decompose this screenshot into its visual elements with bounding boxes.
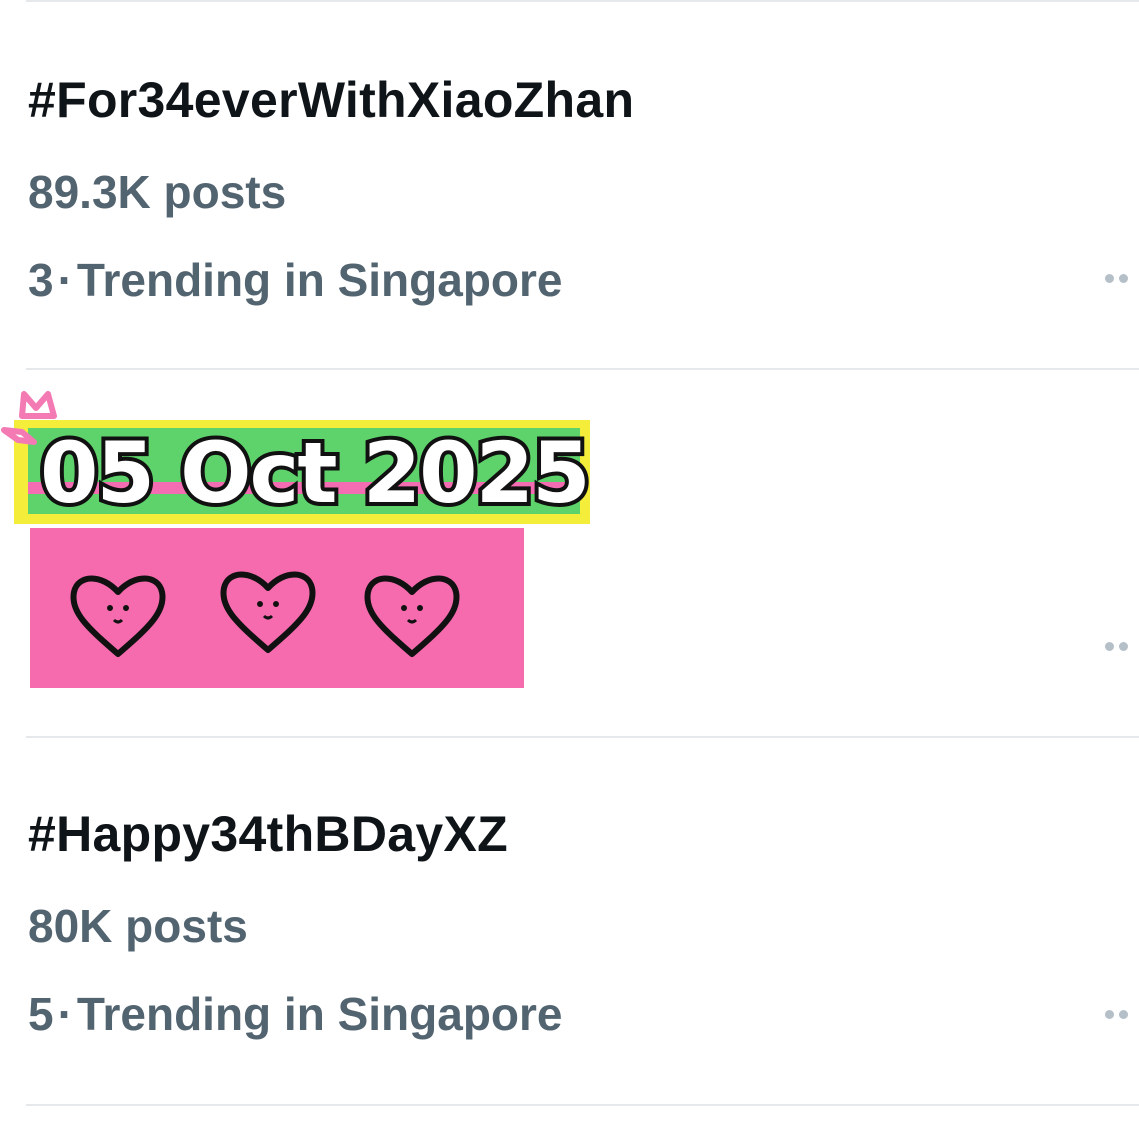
more-horizontal-icon[interactable] (1105, 1008, 1139, 1020)
trend-hashtag[interactable]: #For34everWithXiaoZhan (28, 72, 634, 128)
divider-1 (26, 368, 1139, 370)
trend-rank: 5 (28, 988, 54, 1040)
trend-location: Trending in Singapore (76, 254, 563, 306)
trend-item[interactable]: #Happy34thBDayXZ 80K posts 5·Trending in… (28, 806, 1139, 1136)
more-horizontal-icon[interactable] (1105, 272, 1139, 284)
trend-rank: 3 (28, 254, 54, 306)
divider-3 (26, 1104, 1139, 1106)
divider-top (26, 0, 1139, 2)
trend-separator: · (57, 254, 73, 306)
trend-post-count: 80K posts (28, 900, 248, 952)
divider-2 (26, 736, 1139, 738)
more-horizontal-icon[interactable] (1105, 640, 1139, 652)
trend-hashtag[interactable]: #Happy34thBDayXZ (28, 806, 508, 862)
trend-item[interactable]: #For34everWithXiaoZhan 89.3K posts 3·Tre… (28, 72, 1139, 402)
date-sticker: 05 Oct 2025 (1, 391, 595, 688)
trend-post-count: 89.3K posts (28, 166, 287, 218)
trend-separator: · (57, 988, 73, 1040)
trend-location: Trending in Singapore (76, 988, 563, 1040)
trend-context: 3·Trending in Singapore (28, 254, 563, 306)
sticker-date-text: 05 Oct 2025 (40, 424, 589, 522)
trend-context: 5·Trending in Singapore (28, 988, 563, 1040)
